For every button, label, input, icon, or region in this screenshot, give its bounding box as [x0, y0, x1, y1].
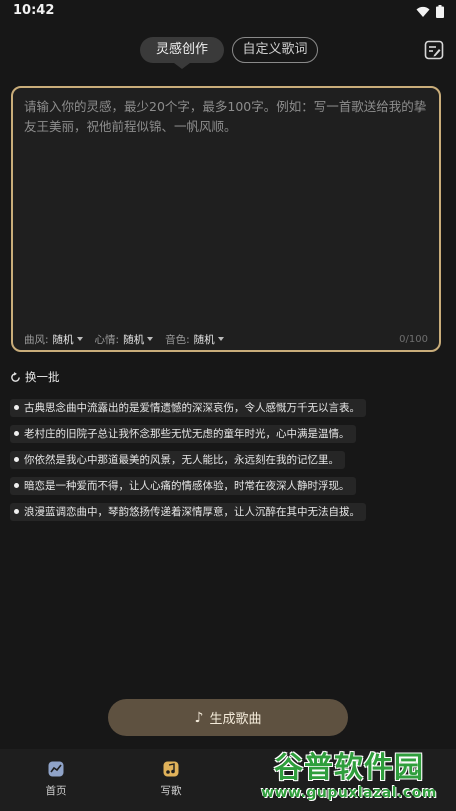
- nav-home-label: 首页: [45, 785, 67, 797]
- suggestion-item[interactable]: 你依然是我心中那道最美的风景，无人能比，永远刻在我的记忆里。: [10, 450, 345, 469]
- bullet-icon: [14, 457, 19, 462]
- music-note-icon: ♪: [194, 709, 204, 726]
- chevron-down-icon: [217, 337, 224, 341]
- tab-pointer: [174, 63, 190, 69]
- bullet-icon: [14, 405, 19, 410]
- music-write-icon: [163, 761, 179, 777]
- voice-label: 音色:: [165, 333, 190, 346]
- home-chart-icon: [48, 761, 64, 777]
- suggestion-text: 老村庄的旧院子总让我怀念那些无忧无虑的童年时光，心中满是温情。: [24, 428, 350, 440]
- suggestion-list: 古典思念曲中流露出的是爱情遗憾的深深哀伤，令人感慨万千无以言表。 老村庄的旧院子…: [10, 395, 366, 525]
- suggestion-item[interactable]: 古典思念曲中流露出的是爱情遗憾的深深哀伤，令人感慨万千无以言表。: [10, 398, 366, 417]
- options-row: 曲风: 随机 心情: 随机 音色: 随机 0/100: [24, 331, 434, 347]
- voice-value: 随机: [193, 333, 215, 346]
- nav-write-song[interactable]: 写歌: [141, 761, 201, 798]
- suggestion-text: 古典思念曲中流露出的是爱情遗憾的深深哀伤，令人感慨万千无以言表。: [24, 402, 360, 414]
- suggestion-item[interactable]: 暗恋是一种爱而不得，让人心痛的情感体验，时常在夜深人静时浮现。: [10, 476, 356, 495]
- suggestion-item[interactable]: 浪漫蓝调恋曲中，琴韵悠扬传递着深情厚意，让人沉醉在其中无法自拔。: [10, 502, 366, 521]
- suggestion-item[interactable]: 老村庄的旧院子总让我怀念那些无忧无虑的童年时光，心中满是温情。: [10, 424, 356, 443]
- history-icon[interactable]: [424, 40, 444, 60]
- refresh-button[interactable]: 换一批: [10, 369, 60, 385]
- chevron-down-icon: [147, 337, 154, 341]
- inspiration-input[interactable]: 请输入你的灵感，最少20个字，最多100字。例如：写一首歌送给我的挚友王美丽，祝…: [11, 86, 441, 352]
- voice-select[interactable]: 音色: 随机: [165, 332, 224, 347]
- chevron-down-icon: [76, 337, 83, 341]
- tab-custom-lyrics[interactable]: 自定义歌词: [232, 37, 318, 63]
- watermark-title: 谷普软件园: [273, 750, 424, 784]
- status-bar: 10:42: [0, 0, 456, 24]
- suggestion-text: 浪漫蓝调恋曲中，琴韵悠扬传递着深情厚意，让人沉醉在其中无法自拔。: [24, 506, 360, 518]
- tab-inspiration[interactable]: 灵感创作: [140, 37, 224, 63]
- nav-write-label: 写歌: [160, 785, 182, 797]
- mode-tabs: 灵感创作 自定义歌词: [0, 37, 456, 69]
- generate-song-button[interactable]: ♪ 生成歌曲: [108, 699, 348, 736]
- suggestion-text: 暗恋是一种爱而不得，让人心痛的情感体验，时常在夜深人静时浮现。: [24, 480, 350, 492]
- nav-home[interactable]: 首页: [26, 761, 86, 798]
- bullet-icon: [14, 483, 19, 488]
- bullet-icon: [14, 431, 19, 436]
- bullet-icon: [14, 509, 19, 514]
- status-time: 10:42: [13, 3, 55, 18]
- style-select[interactable]: 曲风: 随机: [24, 332, 83, 347]
- style-value: 随机: [52, 333, 74, 346]
- refresh-label: 换一批: [25, 370, 60, 384]
- char-count: 0/100: [399, 333, 428, 345]
- mood-select[interactable]: 心情: 随机: [95, 332, 154, 347]
- wifi-icon: [416, 6, 430, 17]
- generate-label: 生成歌曲: [209, 712, 262, 727]
- suggestion-text: 你依然是我心中那道最美的风景，无人能比，永远刻在我的记忆里。: [24, 454, 339, 466]
- refresh-icon: [11, 371, 20, 382]
- battery-icon: [436, 5, 444, 18]
- style-label: 曲风:: [24, 333, 49, 346]
- watermark-logo: 谷普软件园 www.gupuxlazal.com: [246, 750, 452, 808]
- watermark-url: www.gupuxlazal.com: [261, 785, 437, 801]
- input-placeholder: 请输入你的灵感，最少20个字，最多100字。例如：写一首歌送给我的挚友王美丽，祝…: [24, 99, 427, 134]
- mood-value: 随机: [123, 333, 145, 346]
- status-icons: [416, 5, 444, 18]
- mood-label: 心情:: [94, 333, 120, 346]
